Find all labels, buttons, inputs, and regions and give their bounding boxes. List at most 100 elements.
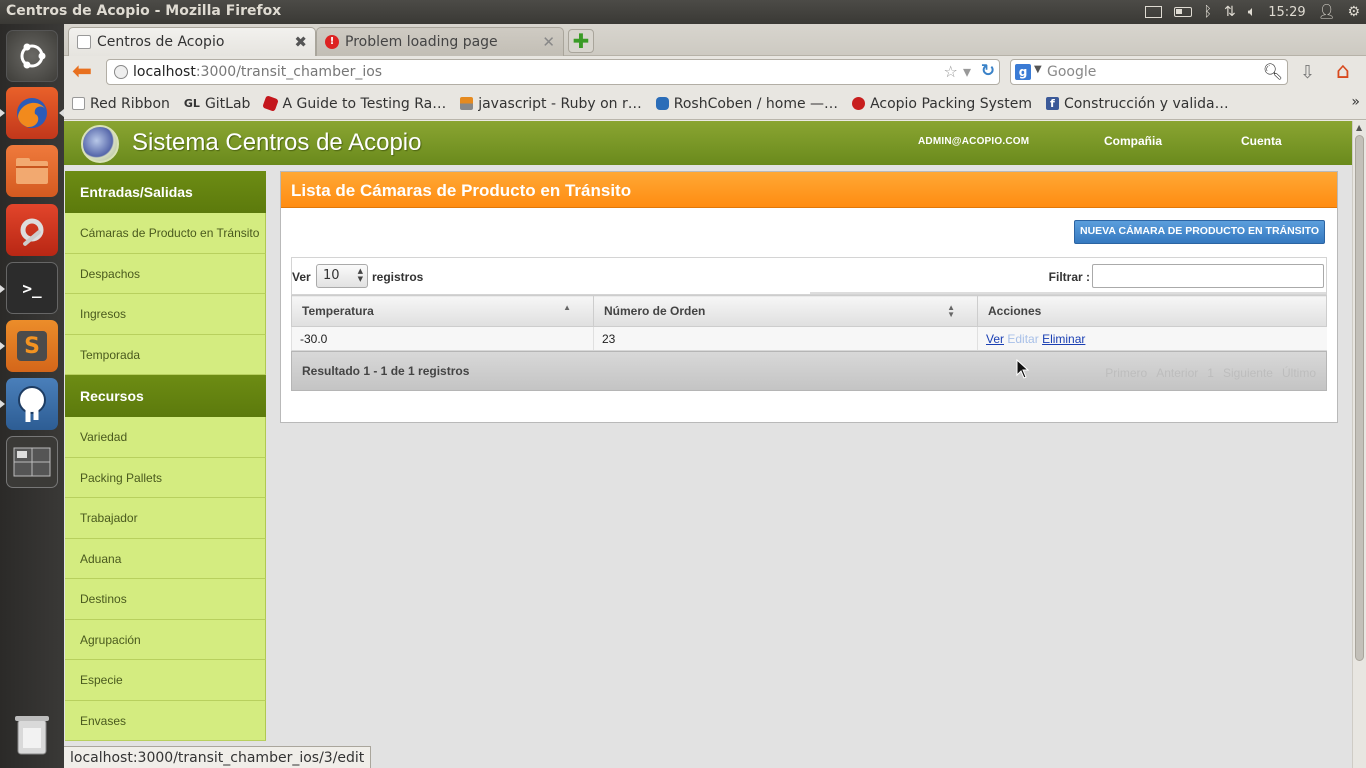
- chevron-right-icon[interactable]: »: [1351, 94, 1360, 110]
- search-placeholder: Google: [1047, 64, 1097, 80]
- nav-company-link[interactable]: Compañia: [1104, 134, 1162, 148]
- launcher-running-pip-3: [0, 400, 5, 408]
- url-bar[interactable]: localhost:3000/transit_chamber_ios ☆ ▾ ↻: [106, 59, 1000, 85]
- records-per-page-select[interactable]: 10 ▲ ▼: [316, 264, 368, 288]
- scrollbar-thumb[interactable]: [1355, 135, 1364, 661]
- bitbucket-icon: [655, 97, 669, 110]
- download-arrow-icon[interactable]: ⇩: [1300, 62, 1315, 83]
- bookmark-star-icon[interactable]: ☆ ▾: [944, 62, 971, 81]
- battery-icon[interactable]: [1173, 7, 1192, 17]
- sidebar: Entradas/Salidas Cámaras de Producto en …: [65, 171, 266, 741]
- new-transit-chamber-button[interactable]: NUEVA CÁMARA DE PRODUCTO EN TRÁNSITO: [1074, 220, 1325, 244]
- editar-link[interactable]: Editar: [1007, 332, 1038, 346]
- sort-both-icon[interactable]: ▲ ▼: [947, 304, 955, 319]
- bookmark-item[interactable]: Acopio Packing System: [852, 96, 1032, 112]
- table-footer: Resultado 1 - 1 de 1 registros Primero A…: [291, 351, 1327, 391]
- sidebar-item-variedad[interactable]: Variedad: [65, 417, 266, 458]
- url-host: localhost: [133, 64, 196, 80]
- tab-problem-loading[interactable]: ! Problem loading page ✕: [316, 27, 564, 56]
- pager-page-1[interactable]: 1: [1205, 364, 1216, 382]
- app-header: Sistema Centros de Acopio ADMIN@ACOPIO.C…: [64, 121, 1352, 165]
- sidebar-item-especie[interactable]: Especie: [65, 660, 266, 701]
- system-tray: ᛒ ⇅ 🔈︎ 15:29 👤︎ ⚙: [1144, 2, 1360, 22]
- table-row: -30.0 23 Ver Editar Eliminar: [291, 326, 1327, 351]
- sidebar-section-recursos[interactable]: Recursos: [65, 375, 266, 417]
- site-identity-icon[interactable]: [114, 65, 128, 79]
- pager-next[interactable]: Siguiente: [1221, 364, 1275, 382]
- bluetooth-icon[interactable]: ᛒ: [1204, 4, 1212, 20]
- sidebar-item-camaras[interactable]: Cámaras de Producto en Tránsito: [65, 213, 266, 254]
- power-gear-icon[interactable]: ⚙: [1347, 4, 1360, 20]
- blank-page-icon: [77, 35, 91, 49]
- sidebar-item-ingresos[interactable]: Ingresos: [65, 294, 266, 335]
- user-email-link[interactable]: ADMIN@ACOPIO.COM: [918, 136, 1029, 147]
- bookmarks-toolbar: Red Ribbon GL GitLab A Guide to Testing R…: [64, 88, 1366, 120]
- close-tab-icon[interactable]: ✕: [542, 33, 555, 51]
- tab-centros-de-acopio[interactable]: Centros de Acopio ✖: [68, 27, 316, 56]
- terminal-icon[interactable]: >_: [6, 262, 58, 314]
- sidebar-item-trabajador[interactable]: Trabajador: [65, 498, 266, 539]
- sidebar-item-envases[interactable]: Envases: [65, 700, 266, 741]
- pager-last[interactable]: Último: [1280, 364, 1318, 382]
- scroll-up-arrow-icon[interactable]: ▲: [1356, 123, 1362, 132]
- new-tab-plus-icon[interactable]: ✚: [568, 29, 594, 53]
- search-bar[interactable]: g ▼ Google 🔍︎: [1010, 59, 1288, 85]
- network-icon[interactable]: ⇅: [1224, 4, 1236, 20]
- ver-link[interactable]: Ver: [986, 332, 1004, 346]
- firefox-icon[interactable]: [6, 87, 58, 139]
- close-tab-icon[interactable]: ✖: [294, 33, 307, 51]
- sublime-text-icon[interactable]: S: [6, 320, 58, 372]
- spinner-arrows-icon[interactable]: ▲ ▼: [358, 267, 363, 283]
- bookmark-item[interactable]: javascript - Ruby on r…: [460, 96, 642, 112]
- ruby-icon: [262, 95, 280, 112]
- sidebar-item-temporada[interactable]: Temporada: [65, 334, 266, 375]
- column-header-numero-orden[interactable]: Número de Orden ▲ ▼: [593, 295, 978, 327]
- length-label-post: registros: [372, 270, 424, 284]
- app-title[interactable]: Sistema Centros de Acopio: [132, 129, 422, 157]
- sort-asc-icon[interactable]: ▲: [563, 304, 571, 312]
- trash-icon[interactable]: [6, 708, 58, 760]
- launcher-running-pip: [0, 285, 5, 293]
- bookmark-item[interactable]: RoshCoben / home —…: [655, 96, 838, 112]
- vertical-scrollbar[interactable]: ▲: [1352, 121, 1366, 768]
- nav-account-link[interactable]: Cuenta: [1241, 134, 1282, 148]
- bookmark-item[interactable]: GL GitLab: [184, 96, 251, 112]
- bookmark-item[interactable]: A Guide to Testing Ra…: [262, 95, 446, 112]
- ubuntu-dash-icon[interactable]: [6, 30, 58, 82]
- pager-previous[interactable]: Anterior: [1154, 364, 1200, 382]
- mail-icon[interactable]: [1144, 6, 1162, 18]
- launcher-running-pip-2: [0, 342, 5, 350]
- error-icon: !: [325, 35, 339, 49]
- column-header-temperatura[interactable]: Temperatura ▲: [291, 295, 594, 327]
- system-settings-icon[interactable]: [6, 204, 58, 256]
- reload-icon[interactable]: ↻: [981, 61, 995, 81]
- stackoverflow-icon: [460, 97, 474, 110]
- sidebar-item-destinos[interactable]: Destinos: [65, 579, 266, 620]
- sidebar-item-aduana[interactable]: Aduana: [65, 538, 266, 579]
- chevron-down-icon[interactable]: ▼: [1034, 64, 1042, 75]
- home-icon[interactable]: ⌂: [1336, 59, 1350, 84]
- unity-launcher: >_ S: [0, 24, 64, 768]
- web-content: Sistema Centros de Acopio ADMIN@ACOPIO.C…: [64, 121, 1352, 768]
- volume-icon[interactable]: 🔈︎: [1248, 4, 1256, 20]
- clock[interactable]: 15:29: [1268, 5, 1305, 20]
- sidebar-item-agrupacion[interactable]: Agrupación: [65, 619, 266, 660]
- paw-icon: [852, 97, 866, 110]
- cell-numero-orden: 23: [593, 326, 978, 351]
- files-icon[interactable]: [6, 145, 58, 197]
- google-engine-icon[interactable]: g: [1015, 64, 1031, 80]
- postgresql-elephant-icon[interactable]: [6, 378, 58, 430]
- eliminar-link[interactable]: Eliminar: [1042, 332, 1085, 346]
- pager-first[interactable]: Primero: [1103, 364, 1149, 382]
- filter-input[interactable]: [1092, 264, 1324, 288]
- workspace-switcher-icon[interactable]: [6, 436, 58, 488]
- user-icon[interactable]: 👤︎: [1318, 4, 1336, 20]
- bookmark-item[interactable]: f Construcción y valida…: [1045, 96, 1229, 112]
- sidebar-section-entradas-salidas[interactable]: Entradas/Salidas: [65, 171, 266, 213]
- sidebar-item-packing-pallets[interactable]: Packing Pallets: [65, 457, 266, 498]
- app-logo[interactable]: [81, 125, 119, 163]
- sidebar-item-despachos[interactable]: Despachos: [65, 253, 266, 294]
- search-icon[interactable]: 🔍︎: [1263, 62, 1283, 81]
- bookmark-item[interactable]: Red Ribbon: [72, 96, 170, 112]
- back-arrow-icon[interactable]: ⬅: [72, 59, 98, 84]
